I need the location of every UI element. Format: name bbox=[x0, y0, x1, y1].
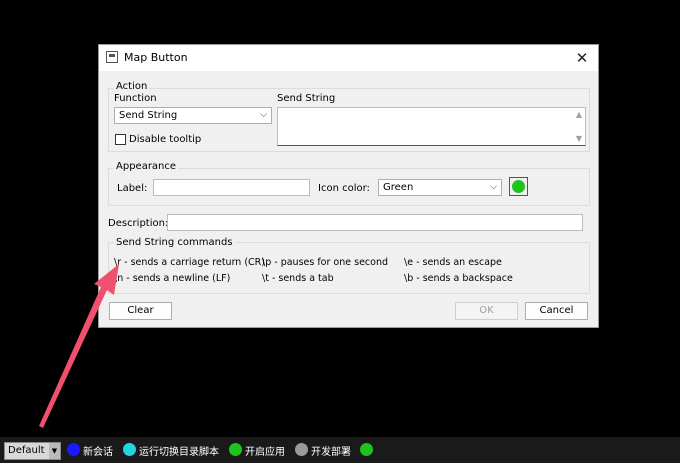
profile-select-value: Default bbox=[8, 445, 45, 456]
taskbar-dot-4[interactable] bbox=[360, 443, 373, 456]
annotation-arrow-shape bbox=[39, 264, 119, 428]
taskbar-label-0[interactable]: 新会话 bbox=[83, 443, 113, 458]
taskbar-dot-1[interactable] bbox=[123, 443, 136, 456]
taskbar-dot-3[interactable] bbox=[295, 443, 308, 456]
taskbar-label-2[interactable]: 开启应用 bbox=[245, 443, 285, 458]
taskbar-label-1[interactable]: 运行切换目录脚本 bbox=[139, 443, 219, 458]
annotation-arrow bbox=[39, 264, 119, 428]
taskbar-dot-2[interactable] bbox=[229, 443, 242, 456]
chevron-down-icon: ▼ bbox=[49, 443, 60, 459]
profile-select[interactable]: Default ▼ bbox=[4, 442, 61, 460]
taskbar-label-3[interactable]: 开发部署 bbox=[311, 443, 351, 458]
taskbar-dot-0[interactable] bbox=[67, 443, 80, 456]
